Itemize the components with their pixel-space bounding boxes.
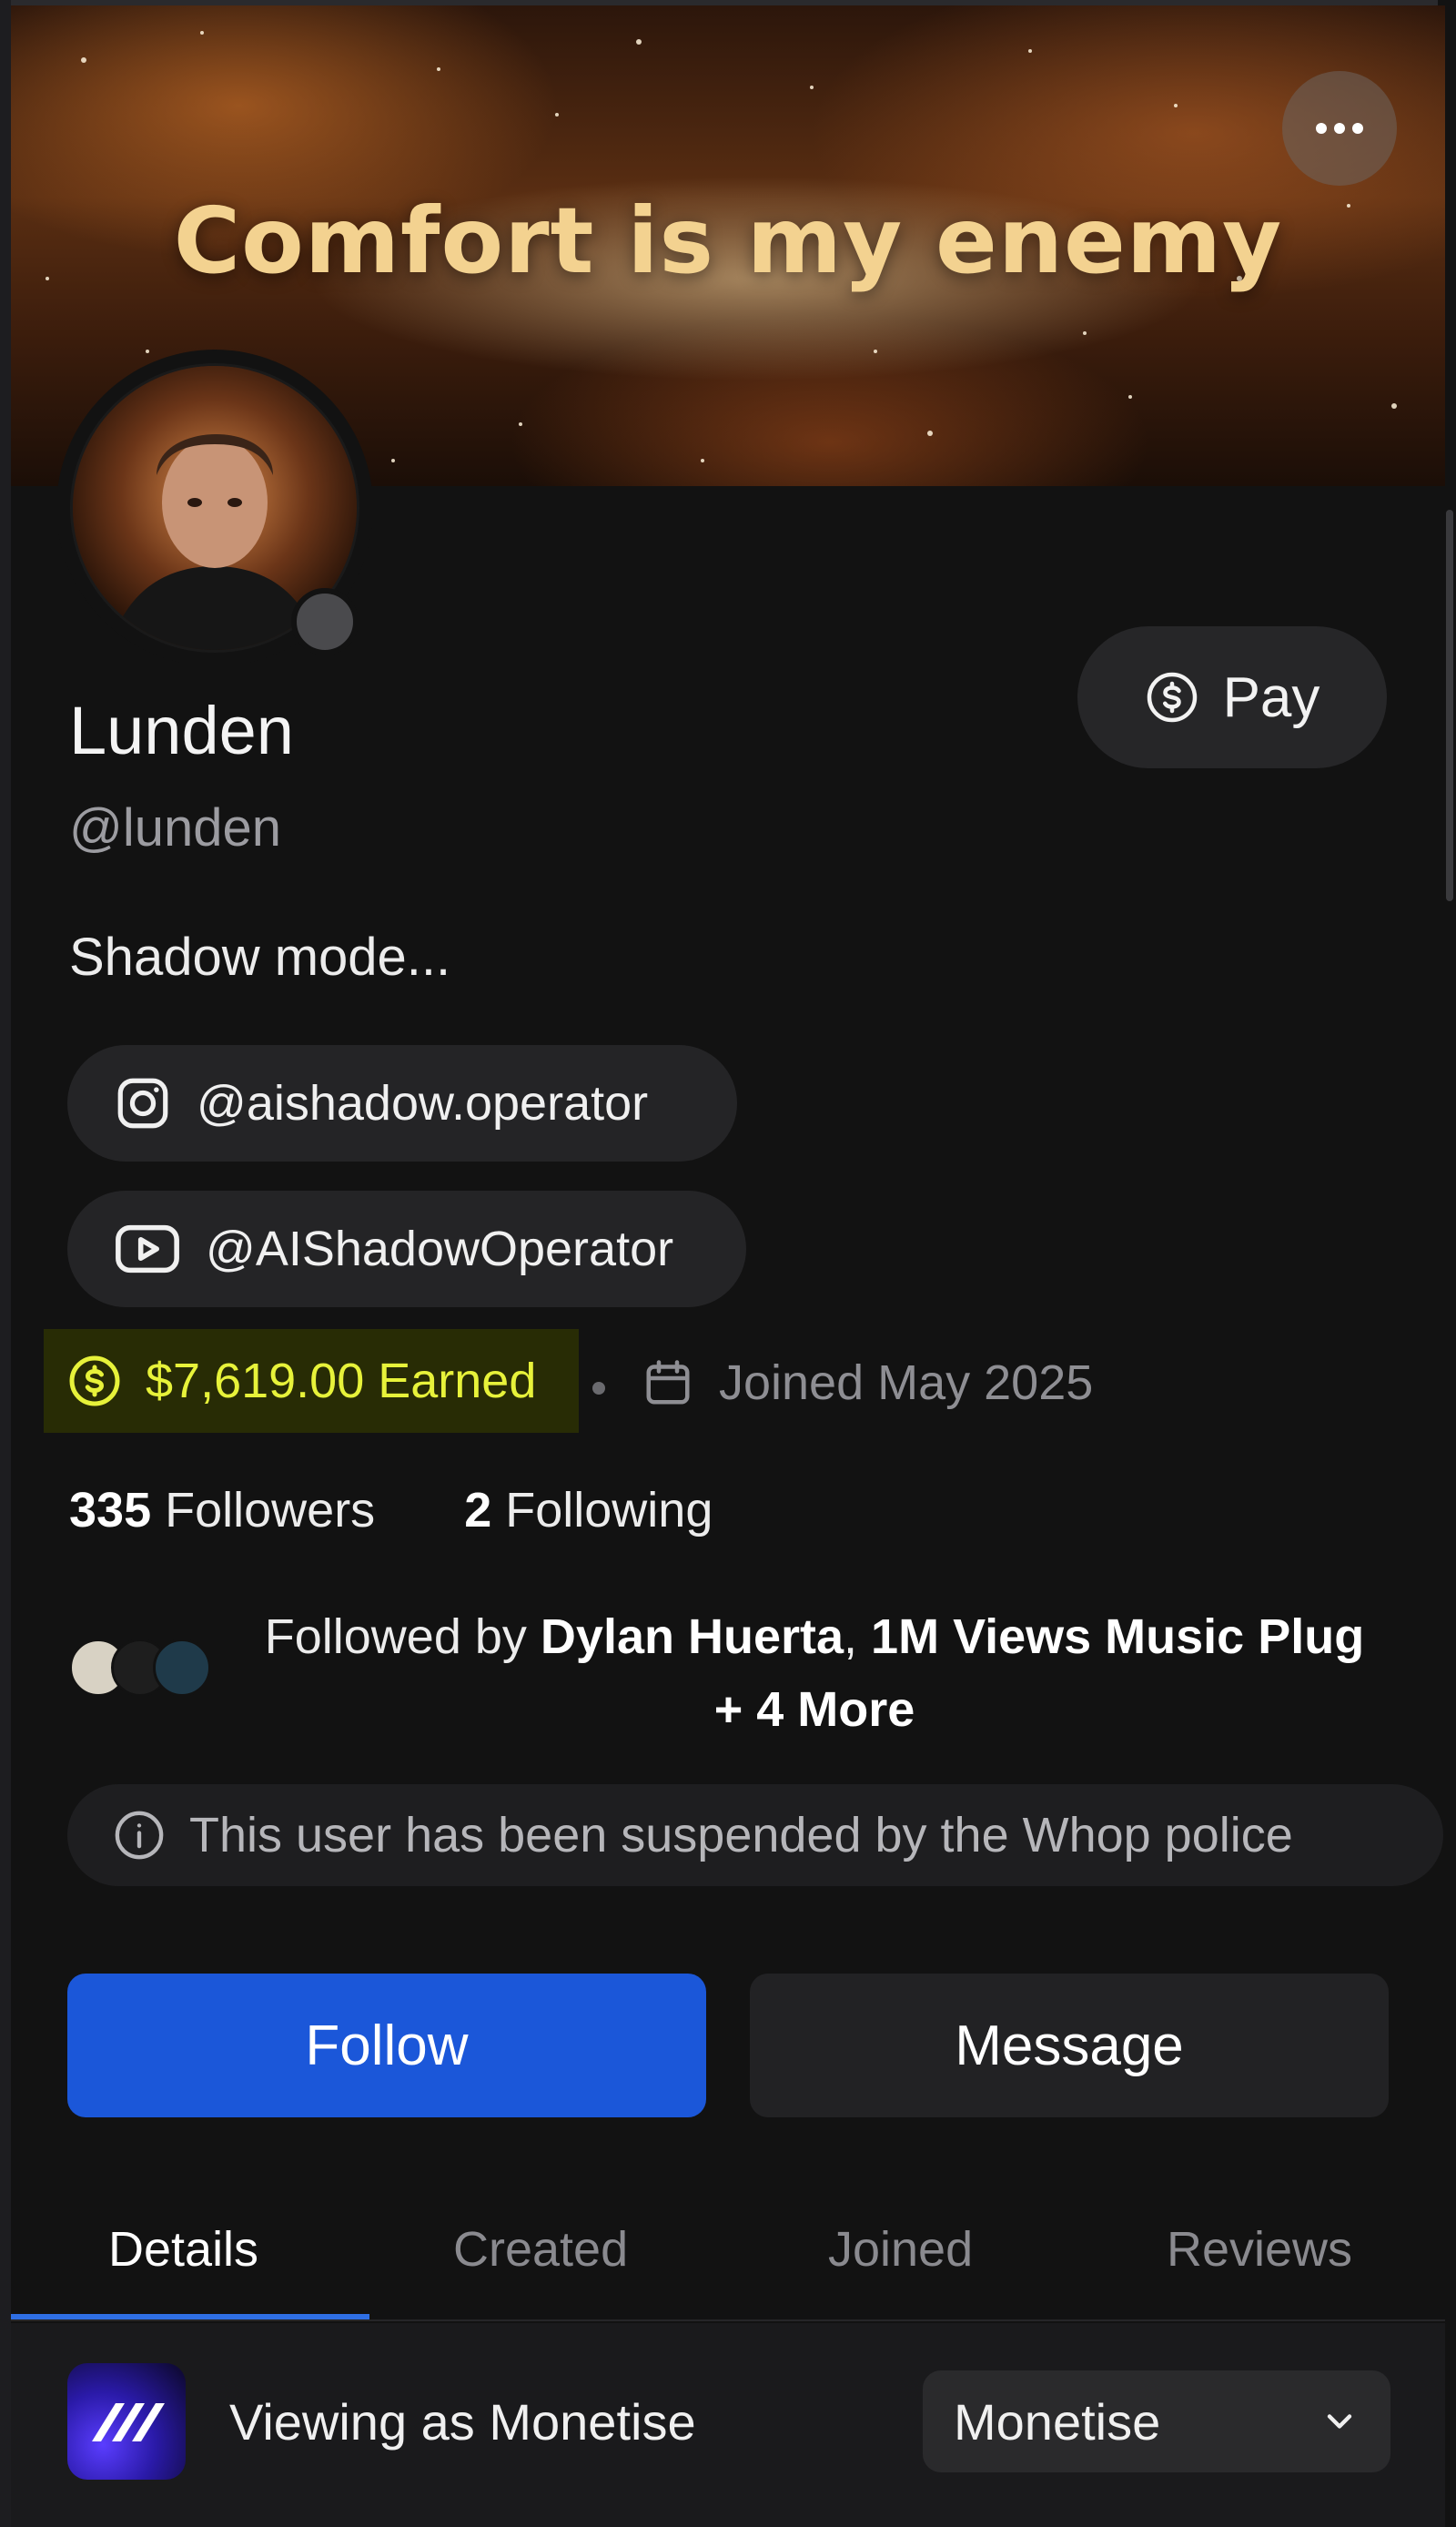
earned-badge: $7,619.00 Earned [44,1329,579,1433]
dollar-circle-icon [69,1355,120,1406]
following-count: 2 [464,1483,492,1538]
suspension-notice-text: This user has been suspended by the Whop… [189,1808,1293,1862]
followed-by-text[interactable]: Followed by Dylan Huerta, 1M Views Music… [255,1600,1374,1746]
pay-button-label: Pay [1222,665,1320,729]
followers-stat[interactable]: 335 Followers [69,1482,375,1538]
profile-tabs: Details Created Joined Reviews [11,2185,1445,2321]
monetise-logo [67,2363,186,2480]
online-status-indicator [291,588,359,655]
window-left-edge [0,0,11,2527]
followed-by-comma: , [844,1609,872,1664]
tab-created[interactable]: Created [453,2221,628,2278]
viewing-as-selected: Monetise [954,2392,1161,2451]
following-stat[interactable]: 2 Following [464,1482,713,1538]
message-button[interactable]: Message [750,1974,1389,2117]
scrollbar-thumb[interactable] [1446,510,1453,901]
youtube-handle: @AIShadowOperator [206,1222,674,1276]
social-link-instagram[interactable]: @aishadow.operator [67,1045,737,1162]
tab-joined[interactable]: Joined [828,2221,973,2278]
mutual-avatar [153,1639,211,1697]
profile-bio: Shadow mode... [69,928,451,987]
viewing-as-label: Viewing as Monetise [229,2393,696,2451]
monetise-logo-icon [92,2403,165,2441]
suspension-notice: This user has been suspended by the Whop… [67,1784,1443,1886]
viewing-as-bar: Viewing as Monetise Monetise [11,2323,1445,2527]
mutual-followers-avatars[interactable] [69,1639,215,1697]
follow-stats: 335 Followers 2 Following [69,1482,713,1538]
instagram-icon [117,1078,168,1129]
following-label: Following [505,1483,713,1538]
calendar-icon [646,1360,690,1405]
tab-reviews[interactable]: Reviews [1167,2221,1352,2278]
more-options-button[interactable] [1282,71,1397,186]
banner-headline: Comfort is my enemy [173,188,1283,294]
joined-label: Joined May 2025 [719,1355,1094,1410]
social-link-youtube[interactable]: @AIShadowOperator [67,1191,746,1307]
more-dots-icon [1316,123,1363,134]
dollar-circle-icon [1147,672,1197,723]
profile-handle: @lunden [69,798,282,858]
follow-button[interactable]: Follow [67,1974,706,2117]
viewing-as-select[interactable]: Monetise [923,2370,1390,2472]
instagram-handle: @aishadow.operator [197,1076,649,1131]
follow-button-label: Follow [305,2014,469,2077]
message-button-label: Message [955,2014,1184,2077]
chevron-down-icon [1327,2414,1352,2429]
earned-amount: $7,619.00 Earned [146,1354,537,1408]
joined-date: Joined May 2025 [641,1355,1093,1411]
meta-separator [592,1382,605,1395]
youtube-icon [116,1224,179,1274]
pay-button[interactable]: Pay [1077,626,1387,768]
profile-name: Lunden [69,693,294,768]
followed-by-name-1: Dylan Huerta [540,1609,844,1664]
followers-count: 335 [69,1483,152,1538]
info-icon [115,1811,164,1860]
tab-details[interactable]: Details [108,2221,258,2278]
followers-label: Followers [165,1483,376,1538]
active-tab-indicator [11,2314,369,2319]
followed-by-prefix: Followed by [264,1609,541,1664]
